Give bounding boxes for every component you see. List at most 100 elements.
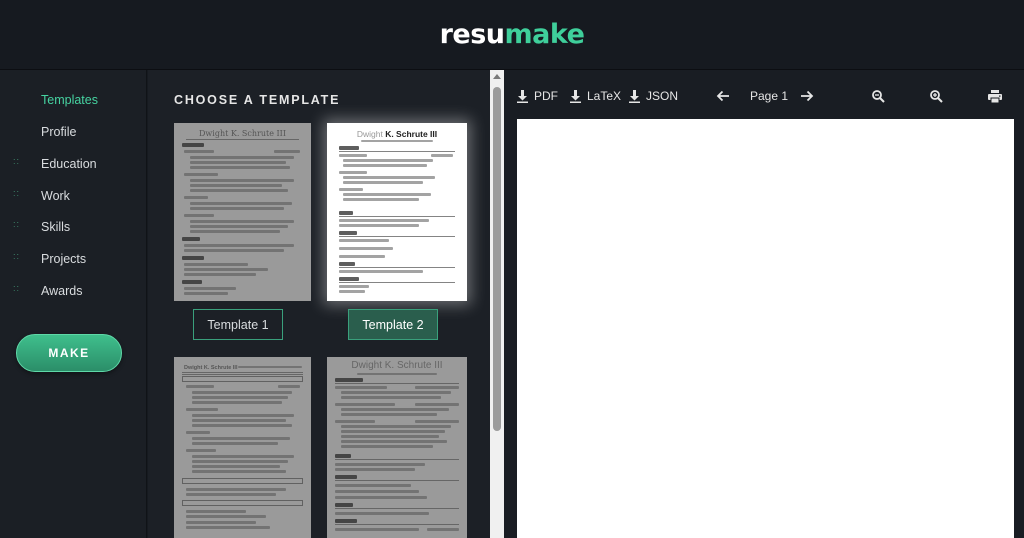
print-icon <box>988 89 1002 103</box>
section-heading <box>339 211 353 215</box>
arrow-right-icon <box>801 90 814 102</box>
template-2-button[interactable]: Template 2 <box>348 309 438 340</box>
text-line <box>186 488 286 491</box>
sidebar-item-templates[interactable]: Templates <box>0 86 147 114</box>
text-line <box>186 526 270 529</box>
resume-preview-page <box>517 119 1014 538</box>
section-box <box>182 376 303 382</box>
text-line <box>343 198 419 201</box>
name-bold: K. Schrute III <box>385 129 438 139</box>
templates-scrollbar[interactable] <box>490 70 504 538</box>
text-line <box>192 460 288 463</box>
text-line <box>335 463 425 466</box>
next-page-button[interactable] <box>800 88 820 104</box>
text-line <box>339 285 369 288</box>
text-line <box>184 263 248 266</box>
templates-panel: CHOOSE A TEMPLATE Dwight K. Schrute III … <box>148 70 490 538</box>
zoom-in-icon <box>930 89 943 103</box>
sidebar: Templates Profile :: Education :: Work :… <box>0 70 147 538</box>
text-line <box>192 437 290 440</box>
sidebar-item-awards[interactable]: :: Awards <box>0 277 147 305</box>
text-line <box>190 202 292 205</box>
text-line <box>278 385 300 388</box>
drag-handle-icon[interactable]: :: <box>13 220 21 232</box>
text-line <box>431 154 453 157</box>
zoom-in-button[interactable] <box>930 88 949 104</box>
download-pdf-label: PDF <box>534 89 558 103</box>
text-line <box>186 515 266 518</box>
drag-handle-icon[interactable]: :: <box>13 189 21 201</box>
rule-line <box>335 459 459 460</box>
sidebar-item-education[interactable]: :: Education <box>0 150 147 178</box>
text-line <box>184 268 268 271</box>
scroll-thumb[interactable] <box>493 87 501 431</box>
print-button[interactable] <box>988 88 1008 104</box>
contact-line <box>238 366 302 368</box>
template-1-button[interactable]: Template 1 <box>193 309 283 340</box>
name-light: Dwight <box>356 129 386 139</box>
drag-handle-icon[interactable]: :: <box>13 252 21 264</box>
scroll-up-arrow-icon[interactable] <box>493 74 501 79</box>
text-line <box>343 159 433 162</box>
template-2-thumbnail[interactable]: Dwight K. Schrute III <box>327 123 467 301</box>
text-line <box>190 166 290 169</box>
text-line <box>343 193 431 196</box>
template-preview-name: Dwight K. Schrute III <box>199 129 286 138</box>
section-heading <box>335 519 357 523</box>
download-latex-button[interactable]: LaTeX <box>570 88 621 104</box>
download-json-button[interactable]: JSON <box>629 88 678 104</box>
previous-page-button[interactable] <box>716 88 736 104</box>
download-icon <box>629 89 640 103</box>
download-json-label: JSON <box>646 89 679 103</box>
text-line <box>186 493 276 496</box>
text-line <box>335 490 419 493</box>
text-line <box>186 521 256 524</box>
text-line <box>339 270 423 273</box>
template-4-thumbnail[interactable]: Dwight K. Schrute III <box>327 357 467 538</box>
sidebar-item-projects[interactable]: :: Projects <box>0 245 147 273</box>
rule-line <box>339 282 455 283</box>
download-latex-label: LaTeX <box>587 89 622 103</box>
template-1-thumbnail[interactable]: Dwight K. Schrute III <box>174 123 311 301</box>
drag-handle-icon[interactable]: :: <box>13 157 21 169</box>
make-button[interactable]: MAKE <box>16 334 122 372</box>
text-line <box>184 249 284 252</box>
text-line <box>192 424 292 427</box>
text-line <box>341 430 445 433</box>
text-line <box>190 179 294 182</box>
text-line <box>192 391 292 394</box>
sidebar-item-work[interactable]: :: Work <box>0 182 147 210</box>
sidebar-item-label: Education <box>41 157 97 171</box>
sidebar-item-profile[interactable]: Profile <box>0 118 147 146</box>
text-line <box>190 156 294 159</box>
section-box <box>182 478 303 484</box>
text-line <box>274 150 300 153</box>
sidebar-item-skills[interactable]: :: Skills <box>0 213 147 241</box>
text-line <box>190 220 294 223</box>
text-line <box>335 496 427 499</box>
section-heading <box>339 231 357 235</box>
template-3-thumbnail[interactable]: Dwight K. Schrute III <box>174 357 311 538</box>
text-line <box>335 528 419 531</box>
text-line <box>335 484 411 487</box>
template-preview-name: Dwight K. Schrute III <box>351 360 443 371</box>
download-pdf-button[interactable]: PDF <box>517 88 558 104</box>
zoom-out-button[interactable] <box>872 88 891 104</box>
drag-handle-icon[interactable]: :: <box>13 284 21 296</box>
template-preview-name: Dwight K. Schrute III <box>184 365 238 371</box>
logo[interactable]: resumake <box>440 19 585 50</box>
text-line <box>192 470 286 473</box>
sidebar-item-label: Templates <box>41 93 98 107</box>
text-line <box>339 247 393 250</box>
sidebar-item-label: Awards <box>41 284 83 298</box>
section-heading <box>339 277 359 281</box>
text-line <box>415 420 459 423</box>
text-line <box>184 173 218 176</box>
section-heading <box>339 146 359 150</box>
text-line <box>192 414 294 417</box>
rule-line <box>186 139 299 140</box>
section-heading <box>182 280 202 284</box>
text-line <box>184 244 294 247</box>
rule-line <box>335 480 459 481</box>
rule-line <box>339 236 455 237</box>
